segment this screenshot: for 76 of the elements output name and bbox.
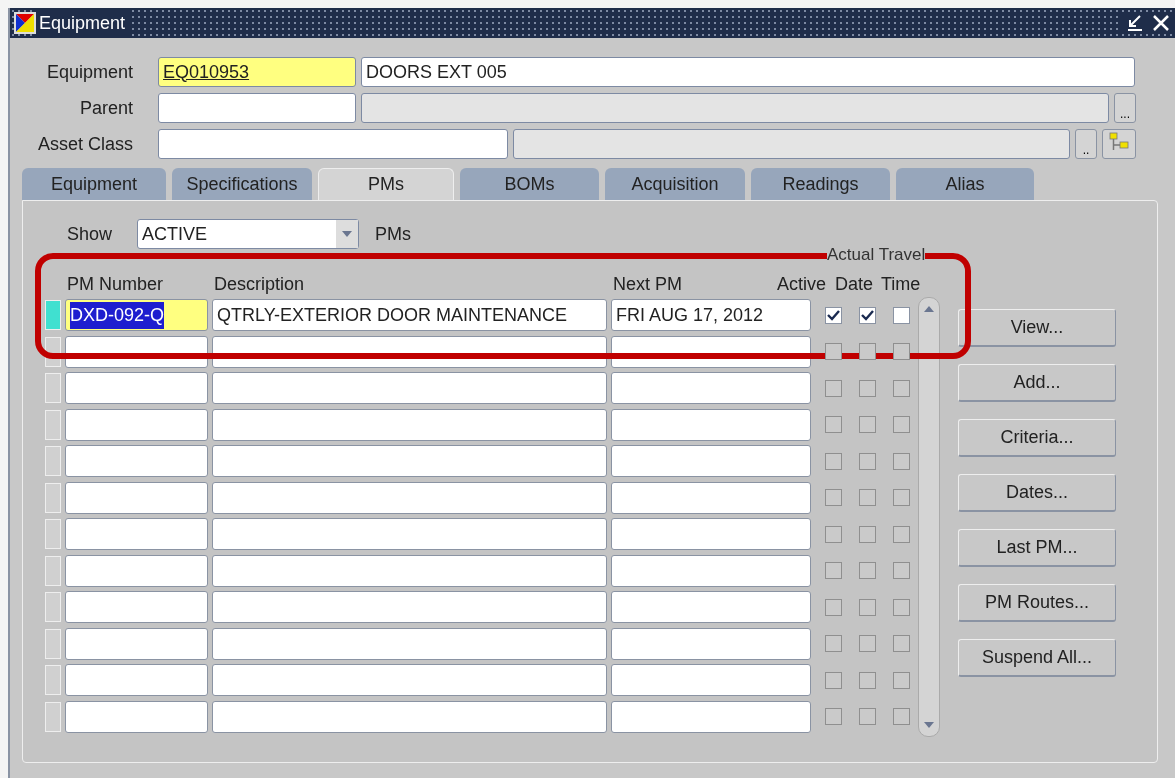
minimize-icon[interactable] (1125, 13, 1145, 33)
parent-field[interactable] (158, 93, 356, 123)
list-of-values-button[interactable]: .. (1075, 129, 1097, 159)
equipment-field[interactable]: EQ010953 (158, 57, 356, 87)
table-cell[interactable] (65, 554, 208, 587)
checkbox[interactable] (893, 306, 910, 324)
table-cell[interactable] (611, 445, 811, 478)
app-icon (14, 12, 36, 34)
action-button[interactable]: Add... (958, 364, 1116, 402)
table-cell[interactable] (611, 518, 811, 551)
action-button[interactable]: Dates... (958, 474, 1116, 512)
tab[interactable]: BOMs (460, 168, 599, 200)
table-cell[interactable] (212, 408, 607, 441)
tab[interactable]: PMs (318, 168, 454, 200)
table-cell[interactable] (611, 700, 811, 733)
table-cell[interactable]: DXD-092-Q (65, 299, 208, 332)
table-cell[interactable] (65, 481, 208, 514)
action-button[interactable]: PM Routes... (958, 584, 1116, 622)
column-header: Description (213, 273, 306, 296)
table-cell[interactable] (212, 627, 607, 660)
field-label: Equipment (45, 60, 134, 84)
table-cell[interactable] (65, 372, 208, 405)
table-cell[interactable] (65, 591, 208, 624)
table-cell[interactable] (611, 591, 811, 624)
table-cell[interactable]: QTRLY-EXTERIOR DOOR MAINTENANCE (212, 299, 607, 332)
field-label: Parent (78, 96, 134, 120)
table-cell[interactable] (611, 372, 811, 405)
filter-suffix: PMs (375, 222, 411, 246)
table-cell[interactable] (65, 664, 208, 697)
scroll-up-icon[interactable] (923, 304, 935, 314)
tab[interactable]: Acquisition (605, 168, 745, 200)
table-cell[interactable] (212, 591, 607, 624)
table-cell[interactable] (212, 445, 607, 478)
column-header: PM Number (66, 273, 165, 296)
table-cell[interactable] (212, 700, 607, 733)
column-header: Time (881, 273, 921, 296)
table-cell[interactable] (611, 664, 811, 697)
table-cell[interactable] (212, 372, 607, 405)
table-cell[interactable]: FRI AUG 17, 2012 (611, 299, 811, 332)
asset-class-field[interactable] (158, 129, 508, 159)
filter-label: Show (67, 222, 114, 246)
table-cell[interactable] (611, 627, 811, 660)
tab[interactable]: Equipment (22, 168, 166, 200)
checkbox[interactable] (825, 306, 842, 324)
action-button[interactable]: Suspend All... (958, 639, 1116, 677)
tab[interactable]: Specifications (172, 168, 312, 200)
table-cell[interactable] (611, 408, 811, 441)
close-icon[interactable] (1151, 13, 1171, 33)
field-label: Asset Class (36, 132, 134, 156)
table-cell[interactable] (212, 518, 607, 551)
table-cell[interactable] (65, 408, 208, 441)
action-button[interactable]: Last PM... (958, 529, 1116, 567)
hierarchy-button[interactable] (1102, 129, 1136, 159)
column-header: Date (835, 273, 875, 296)
table-cell[interactable] (212, 481, 607, 514)
tab[interactable]: Alias (896, 168, 1034, 200)
column-header: Next PM (612, 273, 683, 296)
tab[interactable]: Readings (751, 168, 890, 200)
description-field[interactable]: DOORS EXT 005 (361, 57, 1135, 87)
table-cell[interactable] (611, 481, 811, 514)
checkbox[interactable] (859, 306, 876, 324)
table-cell[interactable] (65, 445, 208, 478)
table-cell[interactable] (65, 518, 208, 551)
table-cell[interactable] (65, 700, 208, 733)
column-header: Active (777, 273, 828, 296)
scrollbar[interactable] (918, 297, 940, 737)
dropdown-arrow-icon (342, 231, 352, 237)
table-cell[interactable] (611, 554, 811, 587)
action-button[interactable]: View... (958, 309, 1116, 347)
scroll-down-icon[interactable] (923, 720, 935, 730)
action-button[interactable]: Criteria... (958, 419, 1116, 457)
table-cell[interactable] (212, 664, 607, 697)
filter-dropdown[interactable]: ACTIVE (137, 219, 359, 249)
table-cell[interactable] (212, 554, 607, 587)
list-of-values-button[interactable]: ... (1114, 93, 1136, 123)
table-cell[interactable] (65, 627, 208, 660)
